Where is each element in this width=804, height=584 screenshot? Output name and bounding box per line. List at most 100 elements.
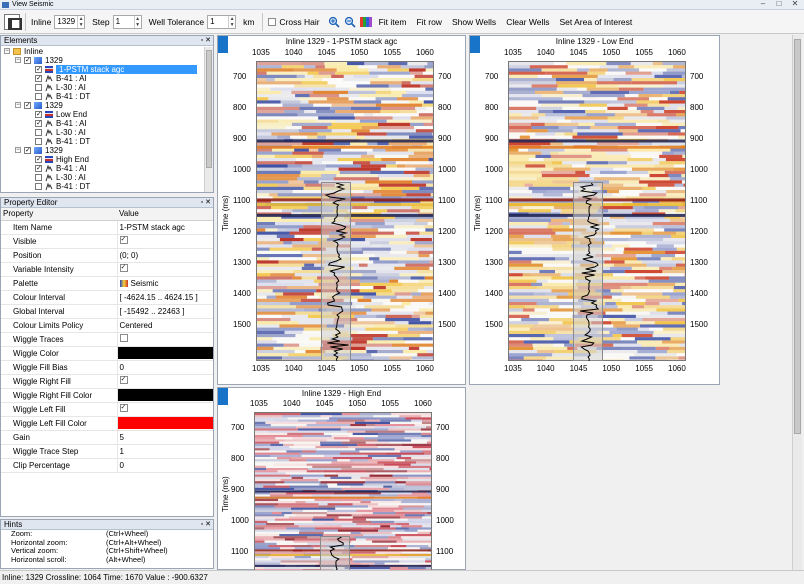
property-row[interactable]: Item Name 1-PSTM stack agc [1, 220, 213, 235]
property-value[interactable] [117, 346, 213, 361]
visibility-checkbox[interactable] [35, 84, 42, 91]
property-value[interactable]: 5 [117, 430, 213, 445]
zoom-out-icon[interactable] [344, 16, 356, 28]
scrollbar-thumb[interactable] [794, 39, 801, 434]
visibility-checkbox[interactable] [35, 174, 42, 181]
collapse-toggle-icon[interactable]: − [15, 102, 21, 108]
property-row[interactable]: Wiggle Traces [1, 332, 213, 347]
fit-item-button[interactable]: Fit item [379, 17, 407, 27]
set-area-of-interest-button[interactable]: Set Area of Interest [559, 17, 632, 27]
seismic-view-panel[interactable]: Inline 1329 - Low End 1035 1035 1040 1040 104… [469, 35, 720, 385]
tree-item-layer[interactable]: Low End [1, 110, 213, 119]
property-row[interactable]: Palette Seismic [1, 276, 213, 291]
property-row[interactable]: Wiggle Right Fill [1, 374, 213, 389]
workspace-vertical-scrollbar[interactable] [792, 35, 802, 570]
property-checkbox[interactable] [119, 263, 128, 272]
minimize-icon[interactable]: – [756, 0, 770, 9]
collapse-toggle-icon[interactable]: − [15, 147, 21, 153]
property-row[interactable]: Gain 5 [1, 430, 213, 445]
show-wells-button[interactable]: Show Wells [452, 17, 496, 27]
property-row[interactable]: Colour Interval[ -4624.15 .. 4624.15 ] [1, 290, 213, 305]
property-row[interactable]: Wiggle Trace Step 1 [1, 444, 213, 459]
panel-pin-close-icon[interactable]: ▫ ✕ [201, 36, 211, 46]
step-spinbox[interactable]: 1 ▲ ▼ [112, 14, 142, 29]
property-value[interactable]: [ -4624.15 .. 4624.15 ] [117, 290, 213, 305]
property-row[interactable]: Position (0; 0) [1, 248, 213, 263]
visibility-checkbox[interactable] [35, 155, 42, 164]
property-value[interactable] [117, 388, 213, 403]
property-row[interactable]: Global Interval[ -15492 .. 22463 ] [1, 304, 213, 319]
well-log-overlay[interactable] [321, 182, 351, 362]
seismic-view-panel[interactable]: Inline 1329 - High End 1035 1040 1045 1050 10… [217, 387, 466, 578]
property-row[interactable]: Wiggle Left Fill [1, 402, 213, 417]
visibility-checkbox[interactable] [24, 146, 31, 155]
color-swatch[interactable] [117, 389, 213, 401]
property-checkbox[interactable] [119, 334, 128, 342]
property-value[interactable] [117, 374, 213, 389]
inline-value[interactable]: 1329 [55, 17, 77, 26]
tree-item-well[interactable]: L-30 : AI [1, 83, 213, 92]
cross-hair-check-icon[interactable] [268, 17, 277, 26]
tree-item-well[interactable]: B-41 : DT [1, 92, 213, 101]
tree-group-inline[interactable]: − 1329 [1, 146, 213, 155]
property-row[interactable]: Wiggle Fill Bias 0 [1, 360, 213, 375]
visibility-checkbox[interactable] [35, 129, 42, 136]
collapse-toggle-icon[interactable]: − [15, 57, 21, 63]
property-value[interactable]: 1 [117, 444, 213, 459]
visibility-checkbox[interactable] [35, 74, 42, 83]
spin-arrows-icon[interactable]: ▲ ▼ [228, 15, 235, 28]
inline-spinbox[interactable]: 1329 ▲ ▼ [54, 14, 86, 29]
visibility-checkbox[interactable] [24, 56, 31, 65]
close-icon[interactable]: ✕ [788, 0, 802, 9]
collapse-toggle-icon[interactable]: − [4, 48, 10, 54]
well-tolerance-spinbox[interactable]: 1 ▲ ▼ [207, 14, 237, 29]
property-value[interactable]: (0; 0) [117, 248, 213, 263]
property-row[interactable]: Wiggle Color [1, 346, 213, 361]
fit-row-button[interactable]: Fit row [416, 17, 442, 27]
tree-item-well[interactable]: B-41 : AI [1, 74, 213, 83]
well-log-overlay[interactable] [573, 182, 603, 362]
maximize-icon[interactable]: □ [772, 0, 786, 9]
color-swatch[interactable] [117, 417, 213, 429]
seismic-view-panel[interactable]: Inline 1329 - 1-PSTM stack agc 1035 1035 10… [217, 35, 466, 385]
spin-arrows-icon[interactable]: ▲ ▼ [77, 15, 84, 28]
property-value[interactable] [117, 402, 213, 417]
clear-wells-button[interactable]: Clear Wells [506, 17, 549, 27]
cross-hair-checkbox[interactable]: Cross Hair [268, 17, 320, 27]
tree-root-inline[interactable]: − Inline [1, 47, 213, 56]
toggle-panel-button[interactable] [4, 13, 22, 30]
step-value[interactable]: 1 [114, 17, 134, 26]
property-value[interactable]: Centered [117, 318, 213, 333]
elements-scrollbar[interactable] [204, 47, 213, 192]
well-tolerance-value[interactable]: 1 [208, 17, 228, 26]
tree-group-inline[interactable]: − 1329 [1, 56, 213, 65]
visibility-checkbox[interactable] [35, 164, 42, 173]
tree-item-well[interactable]: B-41 : DT [1, 137, 213, 146]
visibility-checkbox[interactable] [35, 119, 42, 128]
tree-item-layer[interactable]: 1-PSTM stack agc [1, 65, 213, 74]
property-row[interactable]: Variable Intensity [1, 262, 213, 277]
property-checkbox[interactable] [119, 403, 128, 412]
tree-item-well[interactable]: B-41 : AI [1, 119, 213, 128]
visibility-checkbox[interactable] [35, 93, 42, 100]
property-value[interactable] [117, 234, 213, 249]
visibility-checkbox[interactable] [35, 183, 42, 190]
tree-item-well[interactable]: L-30 : AI [1, 173, 213, 182]
property-row[interactable]: Wiggle Left Fill Color [1, 416, 213, 431]
visibility-checkbox[interactable] [35, 65, 42, 74]
panel-pin-close-icon[interactable]: ▫ ✕ [201, 198, 211, 208]
property-value[interactable] [117, 416, 213, 431]
tree-item-well[interactable]: L-30 : AI [1, 128, 213, 137]
property-value[interactable]: [ -15492 .. 22463 ] [117, 304, 213, 319]
palette-icon[interactable] [359, 16, 372, 28]
property-checkbox[interactable] [119, 375, 128, 384]
tree-item-layer[interactable]: High End [1, 155, 213, 164]
property-value[interactable]: Seismic [117, 276, 213, 291]
visibility-checkbox[interactable] [24, 101, 31, 110]
property-row[interactable]: Visible [1, 234, 213, 249]
color-swatch[interactable] [117, 347, 213, 359]
zoom-in-icon[interactable] [328, 16, 340, 28]
property-value[interactable] [117, 332, 213, 347]
property-value[interactable]: 1-PSTM stack agc [117, 220, 213, 235]
spin-arrows-icon[interactable]: ▲ ▼ [133, 15, 141, 28]
